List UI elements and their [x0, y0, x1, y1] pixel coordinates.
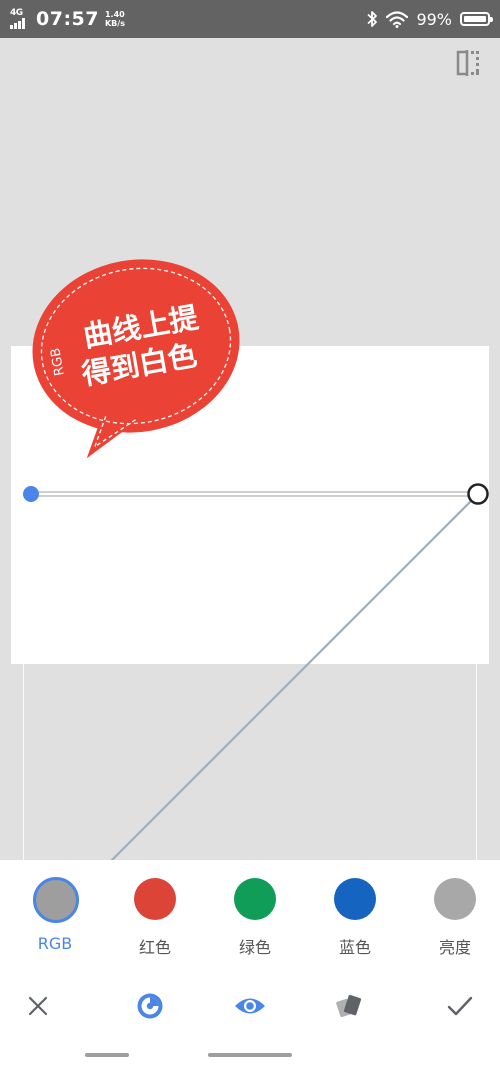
channel-rgb-swatch	[33, 877, 79, 923]
cancel-button[interactable]	[8, 978, 68, 1034]
channel-red-swatch	[134, 878, 176, 920]
apply-button[interactable]	[430, 978, 490, 1034]
channel-blue-swatch	[334, 878, 376, 920]
close-icon	[28, 996, 48, 1016]
curve-end-point[interactable]	[467, 483, 489, 505]
styles-button[interactable]	[320, 978, 380, 1034]
channel-green-swatch	[234, 878, 276, 920]
channel-selector: RGB 红色 绿色 蓝色 亮度	[0, 860, 500, 970]
nav-back-pill[interactable]	[85, 1053, 129, 1057]
channel-luminance[interactable]: 亮度	[405, 860, 500, 970]
channel-green[interactable]: 绿色	[205, 860, 305, 970]
eye-icon	[235, 998, 265, 1014]
annotation-sticker: RGB 曲线上提 得到白色	[28, 258, 248, 459]
channel-blue-label: 蓝色	[338, 938, 371, 957]
channel-luminance-swatch	[434, 878, 476, 920]
bottom-panel: RGB 红色 绿色 蓝色 亮度	[0, 860, 500, 1072]
check-icon	[447, 996, 473, 1016]
channel-red-label: 红色	[138, 938, 171, 957]
nav-home-pill[interactable]	[208, 1053, 292, 1057]
channel-rgb[interactable]: RGB	[5, 860, 105, 970]
preview-button[interactable]	[220, 978, 280, 1034]
curve-start-point[interactable]	[23, 486, 39, 502]
channel-blue[interactable]: 蓝色	[305, 860, 405, 970]
channel-luminance-label: 亮度	[438, 938, 471, 957]
channel-red[interactable]: 红色	[105, 860, 205, 970]
bottom-toolbar	[0, 978, 500, 1034]
reference-diagonal-line	[109, 493, 479, 863]
curve-preset-button[interactable]	[120, 978, 180, 1034]
channel-rgb-label: RGB	[37, 934, 73, 953]
channel-green-label: 绿色	[238, 938, 271, 957]
curves-preset-icon	[137, 993, 163, 1019]
styles-icon	[336, 994, 362, 1018]
